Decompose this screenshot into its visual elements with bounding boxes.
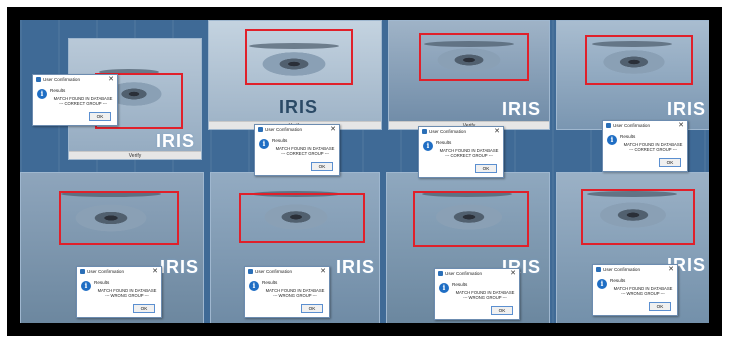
iris-logo: IRIS [335, 257, 375, 277]
user-confirmation-dialog: User Confirmation ✕ i Results MATCH FOUN… [602, 120, 688, 172]
dialog-titlebar: User Confirmation ✕ [435, 269, 519, 278]
dialog-titlebar: User Confirmation ✕ [419, 127, 503, 136]
app-icon [248, 269, 253, 274]
app-icon [422, 129, 427, 134]
app-icon [606, 123, 611, 128]
roi-rectangle [59, 191, 179, 245]
dialog-titlebar: User Confirmation ✕ [603, 121, 687, 130]
user-confirmation-dialog: User Confirmation ✕ i Results MATCH FOUN… [76, 266, 162, 318]
dialog-titlebar: User Confirmation ✕ [255, 125, 339, 134]
iris-logo: IRIS [501, 99, 541, 119]
ok-button[interactable]: OK [133, 304, 155, 313]
ok-button[interactable]: OK [659, 158, 681, 167]
ok-button[interactable]: OK [311, 162, 333, 171]
ok-button[interactable]: OK [649, 302, 671, 311]
iris-logo: IRIS [279, 97, 319, 117]
result-group: --- WRONG GROUP --- [105, 293, 149, 298]
result-group: --- WRONG GROUP --- [463, 295, 507, 300]
roi-rectangle [419, 33, 529, 81]
app-icon [258, 127, 263, 132]
user-confirmation-dialog: User Confirmation ✕ i Results MATCH FOUN… [254, 124, 340, 176]
dialog-title: User Confirmation [445, 271, 483, 276]
dialog-title: User Confirmation [613, 123, 651, 128]
iris-logo: IRIS [666, 99, 706, 119]
info-icon: i [439, 283, 449, 293]
result-group: --- CORRECT GROUP --- [445, 153, 493, 158]
ok-button[interactable]: OK [89, 112, 111, 121]
user-confirmation-dialog: User Confirmation ✕ i Results MATCH FOUN… [434, 268, 520, 320]
info-icon: i [37, 89, 47, 99]
info-icon: i [607, 135, 617, 145]
app-icon [36, 77, 41, 82]
dialog-titlebar: User Confirmation ✕ [245, 267, 329, 276]
dialog-title: User Confirmation [87, 269, 125, 274]
dialog-heading: Results [50, 88, 66, 93]
result-group: --- WRONG GROUP --- [621, 291, 665, 296]
result-group: --- CORRECT GROUP --- [281, 151, 329, 156]
app-icon [438, 271, 443, 276]
verify-button[interactable]: Verify [69, 151, 201, 159]
close-icon[interactable]: ✕ [668, 265, 674, 274]
info-icon: i [597, 279, 607, 289]
info-icon: i [259, 139, 269, 149]
dialog-heading: Results [452, 282, 468, 287]
screenshot-mosaic: IRIS Verify IRIS Verify IRIS Verify IRIS… [20, 20, 709, 323]
dialog-titlebar: User Confirmation ✕ [77, 267, 161, 276]
ok-button[interactable]: OK [475, 164, 497, 173]
app-icon [596, 267, 601, 272]
roi-rectangle [581, 189, 695, 245]
ok-button[interactable]: OK [301, 304, 323, 313]
info-icon: i [81, 281, 91, 291]
close-icon[interactable]: ✕ [678, 121, 684, 130]
dialog-titlebar: User Confirmation ✕ [593, 265, 677, 274]
close-icon[interactable]: ✕ [494, 127, 500, 136]
result-group: --- CORRECT GROUP --- [629, 147, 677, 152]
close-icon[interactable]: ✕ [152, 267, 158, 276]
dialog-title: User Confirmation [429, 129, 467, 134]
iris-window-4: IRIS [556, 20, 709, 130]
user-confirmation-dialog: User Confirmation ✕ i Results MATCH FOUN… [244, 266, 330, 318]
dialog-heading: Results [436, 140, 452, 145]
iris-logo: IRIS [155, 131, 195, 151]
dialog-title: User Confirmation [43, 77, 81, 82]
dialog-heading: Results [262, 280, 278, 285]
roi-rectangle [585, 35, 693, 85]
info-icon: i [423, 141, 433, 151]
roi-rectangle [245, 29, 353, 85]
user-confirmation-dialog: User Confirmation ✕ i Results MATCH FOUN… [32, 74, 118, 126]
result-group: --- CORRECT GROUP --- [59, 101, 107, 106]
iris-window-2: IRIS Verify [208, 20, 382, 130]
app-icon [80, 269, 85, 274]
dialog-titlebar: User Confirmation ✕ [33, 75, 117, 84]
iris-window-3: IRIS Verify [388, 20, 550, 130]
info-icon: i [249, 281, 259, 291]
dialog-title: User Confirmation [603, 267, 641, 272]
dialog-heading: Results [94, 280, 110, 285]
ok-button[interactable]: OK [491, 306, 513, 315]
close-icon[interactable]: ✕ [108, 75, 114, 84]
user-confirmation-dialog: User Confirmation ✕ i Results MATCH FOUN… [418, 126, 504, 178]
user-confirmation-dialog: User Confirmation ✕ i Results MATCH FOUN… [592, 264, 678, 316]
dialog-heading: Results [610, 278, 626, 283]
dialog-title: User Confirmation [255, 269, 293, 274]
dialog-heading: Results [620, 134, 636, 139]
dialog-heading: Results [272, 138, 288, 143]
close-icon[interactable]: ✕ [330, 125, 336, 134]
close-icon[interactable]: ✕ [510, 269, 516, 278]
result-group: --- WRONG GROUP --- [273, 293, 317, 298]
close-icon[interactable]: ✕ [320, 267, 326, 276]
roi-rectangle [239, 193, 365, 243]
dialog-title: User Confirmation [265, 127, 303, 132]
roi-rectangle [413, 191, 529, 247]
iris-logo: IRIS [159, 257, 199, 277]
